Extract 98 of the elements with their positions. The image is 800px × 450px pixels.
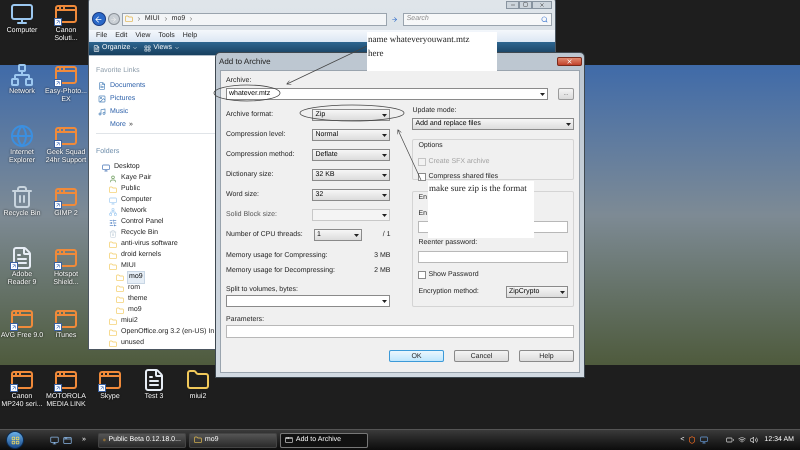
network-icon[interactable] [738, 436, 746, 444]
dropdown-caret-icon [354, 234, 359, 236]
window-switch-icon[interactable] [63, 436, 72, 444]
app-icon[interactable] [54, 63, 78, 87]
checkbox[interactable] [418, 173, 426, 182]
document-icon[interactable] [142, 368, 166, 392]
app-icon[interactable] [54, 2, 78, 26]
monitor-icon[interactable] [700, 436, 708, 444]
note-text: name whateveryouwant.mtz [368, 34, 470, 45]
caret-icon [132, 45, 138, 52]
sliders-icon [109, 218, 117, 227]
library-icon [98, 82, 106, 90]
go-arrow-icon [391, 16, 398, 23]
breadcrumb-separator-icon [188, 16, 194, 22]
checkbox[interactable] [418, 270, 426, 279]
folder-icon [124, 15, 133, 24]
app-icon[interactable] [10, 307, 34, 331]
back-arrow-icon [94, 14, 104, 24]
folder-icon [109, 186, 117, 194]
app-icon[interactable] [54, 246, 78, 270]
user-icon [109, 174, 117, 183]
folder-icon [116, 296, 124, 304]
dropdown-caret-icon [382, 154, 388, 156]
parameters-field[interactable] [226, 325, 574, 338]
maximize-button[interactable] [519, 0, 532, 9]
shortcut-arrow-icon [54, 201, 62, 209]
app-icon[interactable] [54, 368, 78, 392]
monitor-icon [109, 196, 117, 205]
folder-icon [116, 306, 124, 315]
shortcut-arrow-icon [10, 384, 18, 392]
note-text: here [368, 48, 384, 59]
windows-logo-icon [10, 436, 20, 444]
search-icon [540, 16, 548, 23]
shortcut-arrow-icon [54, 140, 62, 148]
folder-icon [109, 252, 117, 260]
folder-icon [109, 340, 117, 348]
volume-icon[interactable] [750, 436, 758, 444]
app-icon[interactable] [98, 368, 122, 392]
document-icon [93, 44, 100, 52]
grid-icon [144, 44, 152, 52]
folder-icon [109, 328, 117, 337]
monitor-icon [102, 164, 110, 172]
network-icon[interactable] [10, 63, 34, 87]
close-icon [566, 58, 573, 65]
dropdown-caret-icon [560, 290, 565, 294]
network-icon [109, 208, 117, 216]
minimize-button[interactable] [506, 0, 519, 9]
maximize-icon [523, 2, 528, 8]
dropdown-caret-icon [540, 92, 545, 96]
app-icon [284, 436, 293, 444]
dropdown-caret-icon [566, 122, 571, 126]
start-button[interactable] [6, 431, 24, 449]
folder-icon [109, 262, 117, 271]
library-icon [98, 108, 106, 116]
trash-icon [109, 230, 117, 238]
shield-icon[interactable] [688, 436, 696, 444]
shortcut-arrow-icon [10, 262, 18, 270]
shortcut-arrow-icon [54, 323, 62, 331]
dropdown-caret-icon [382, 134, 388, 136]
folder-icon [116, 274, 124, 282]
note-text: make sure zip is the format [429, 183, 528, 194]
folder-icon[interactable] [186, 368, 210, 392]
dropdown-caret-icon [382, 194, 388, 196]
close-button[interactable] [557, 57, 582, 66]
shortcut-arrow-icon [54, 262, 62, 270]
app-icon[interactable] [54, 185, 78, 209]
show-desktop-icon[interactable] [50, 436, 59, 444]
minimize-icon [510, 2, 516, 8]
back-button[interactable] [92, 12, 106, 26]
app-icon[interactable] [54, 307, 78, 331]
shortcut-arrow-icon [54, 384, 62, 392]
dropdown-caret-icon [382, 174, 388, 176]
dropdown-caret-icon [382, 300, 388, 302]
caret-icon [174, 45, 180, 52]
monitor-icon[interactable] [10, 2, 34, 26]
folder-icon [116, 284, 124, 293]
trash-icon[interactable] [10, 185, 34, 209]
document-icon[interactable] [10, 246, 34, 270]
folder-icon [109, 318, 117, 326]
folder-icon [194, 436, 202, 444]
split-volumes-combo[interactable] [226, 295, 390, 307]
shortcut-arrow-icon [98, 384, 106, 392]
window-title: Add to Archive [219, 56, 271, 68]
shortcut-arrow-icon [54, 18, 62, 26]
breadcrumb-separator-icon [136, 16, 142, 22]
app-icon[interactable] [54, 124, 78, 148]
forward-arrow-icon [110, 16, 118, 23]
shortcut-arrow-icon [10, 323, 18, 331]
battery-icon[interactable] [726, 436, 734, 444]
close-icon [539, 2, 545, 8]
library-icon [98, 95, 106, 104]
folder-icon [109, 240, 117, 249]
password-field[interactable] [418, 250, 568, 262]
breadcrumb-separator-icon [162, 16, 169, 22]
dropdown-caret-icon [382, 114, 388, 116]
app-icon[interactable] [10, 368, 34, 392]
dropdown-caret-icon [382, 214, 388, 216]
shortcut-arrow-icon [54, 79, 62, 87]
